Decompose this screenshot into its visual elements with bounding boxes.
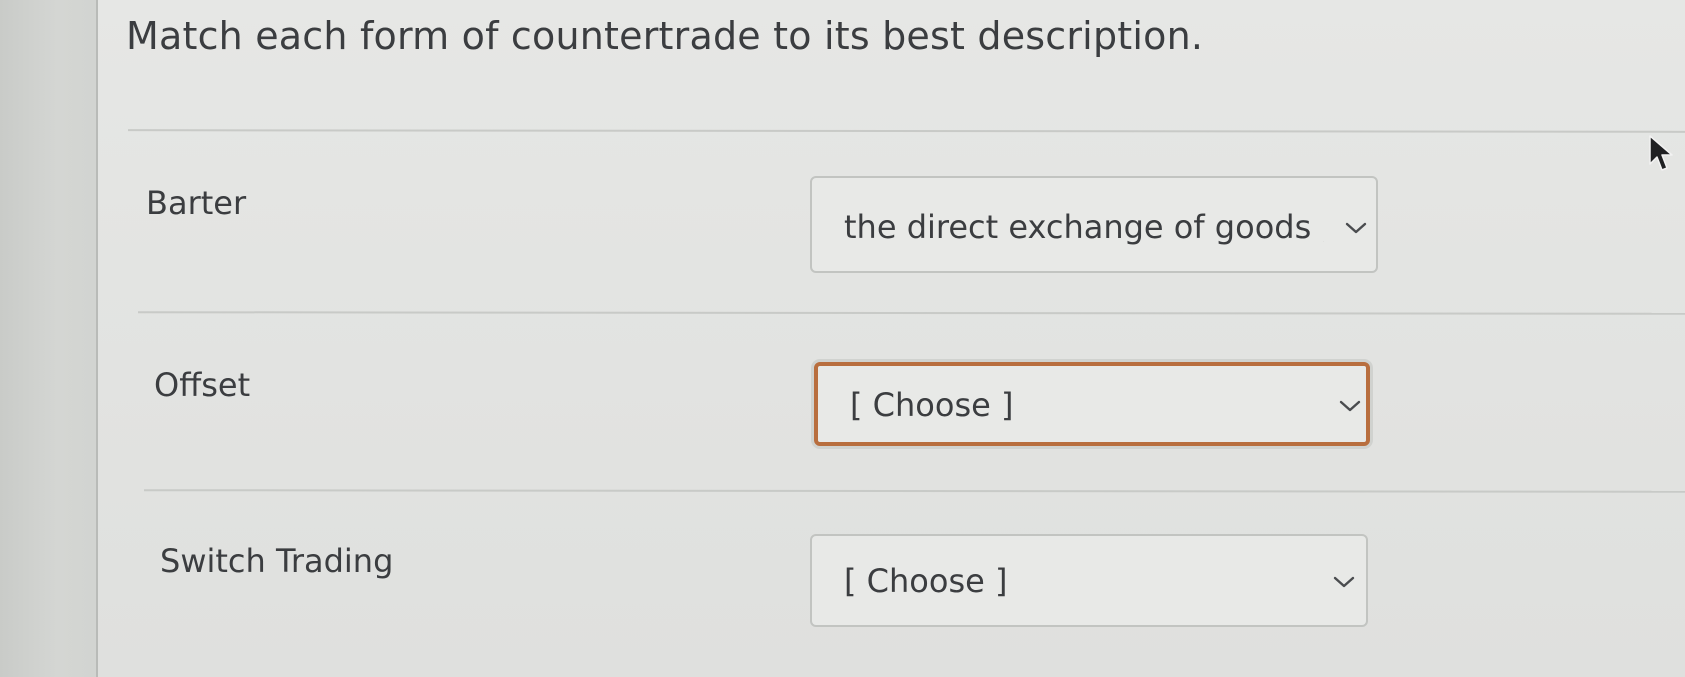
mouse-cursor-icon	[1649, 135, 1673, 171]
chevron-down-icon	[1339, 400, 1361, 412]
select-value: the direct exchange of goods ;	[844, 208, 1324, 246]
select-value: [ Choose ]	[844, 562, 1008, 600]
barter-answer-select[interactable]: the direct exchange of goods ;	[810, 176, 1378, 273]
select-value: [ Choose ]	[850, 386, 1014, 424]
match-label-offset: Offset	[154, 366, 251, 404]
match-label-barter: Barter	[146, 184, 247, 222]
question-text: Match each form of countertrade to its b…	[126, 14, 1204, 58]
left-shadow-region	[0, 0, 96, 677]
match-label-switch-trading: Switch Trading	[160, 542, 394, 580]
offset-answer-select[interactable]: [ Choose ]	[814, 362, 1370, 446]
chevron-down-icon	[1345, 222, 1367, 234]
switch-trading-answer-select[interactable]: [ Choose ]	[810, 534, 1368, 627]
chevron-down-icon	[1333, 576, 1355, 588]
